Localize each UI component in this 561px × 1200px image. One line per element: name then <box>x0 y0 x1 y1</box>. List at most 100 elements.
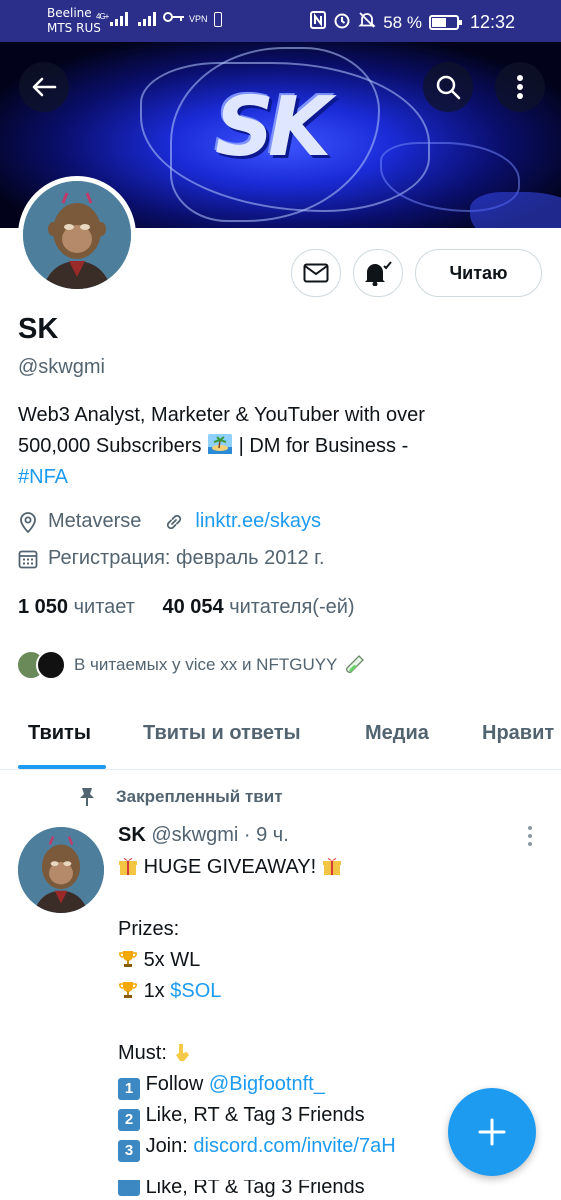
following-stat[interactable]: 1 050 читает <box>18 596 135 618</box>
bell-check-icon <box>365 261 392 286</box>
network-type: 4G+ <box>96 12 109 21</box>
known-follower-avatar <box>36 650 66 680</box>
test-tube-emoji-icon <box>346 655 365 673</box>
following-button[interactable]: Читаю <box>415 249 542 297</box>
trophy-emoji-icon <box>119 951 137 967</box>
discord-link[interactable]: discord.com/invite/7aH <box>193 1135 395 1157</box>
battery-fill <box>431 18 446 27</box>
pinned-label: Закрепленный твит <box>116 787 283 806</box>
banner-logo: SK <box>215 80 332 175</box>
bio-line-2: 500,000 Subscribers | DM for Business - <box>18 431 548 462</box>
profile-name: SK <box>18 313 59 345</box>
calendar-icon <box>18 550 38 568</box>
step-1-text: Follow <box>145 1073 204 1095</box>
prize-2: 1x $SOL <box>118 976 548 1007</box>
back-button[interactable] <box>19 62 69 112</box>
step-2-text: Like, RT & Tag 3 Friends <box>145 1104 365 1126</box>
tweet-header: SK @skwgmi · 9 ч. <box>118 824 289 847</box>
status-bar: Beeline MTS RUS 4G+ VPN 58 % 12:32 <box>0 0 561 42</box>
message-button[interactable] <box>291 249 341 297</box>
plus-icon <box>478 1118 506 1146</box>
followers-count: 40 054 <box>162 596 224 618</box>
keycap-2-icon: 2 <box>118 1109 140 1131</box>
tab-tweets[interactable]: Твиты <box>28 722 91 745</box>
arrow-left-icon <box>32 77 57 97</box>
website-link[interactable]: linktr.ee/skays <box>195 510 321 533</box>
joined-row: Регистрация: февраль 2012 г. <box>18 547 325 570</box>
prize-1: 5x WL <box>118 945 548 976</box>
tweet-more-button[interactable] <box>522 824 538 848</box>
more-vertical-icon <box>528 826 532 846</box>
tweet-author-name[interactable]: SK <box>118 824 146 846</box>
more-button[interactable] <box>495 62 545 112</box>
clock: 12:32 <box>469 12 515 32</box>
tab-media[interactable]: Медиа <box>365 722 429 745</box>
link-icon <box>167 514 182 529</box>
follow-stats: 1 050 читает 40 054 читателя(-ей) <box>18 596 355 619</box>
keycap-icon <box>118 1180 140 1196</box>
profile-avatar[interactable] <box>18 176 136 294</box>
tweet-author-avatar[interactable] <box>18 827 104 913</box>
bio-line-1: Web3 Analyst, Marketer & YouTuber with o… <box>18 404 425 426</box>
ape-avatar-image <box>18 827 104 913</box>
status-right: 58 % 12:32 <box>310 11 515 34</box>
mail-icon <box>303 263 329 283</box>
following-count: 1 050 <box>18 596 69 618</box>
mute-icon <box>358 11 376 34</box>
search-button[interactable] <box>423 62 473 112</box>
key-icon <box>163 10 185 26</box>
active-tab-indicator <box>18 765 106 769</box>
prizes-heading: Prizes: <box>118 918 180 940</box>
prize-1-text: 5x WL <box>143 949 201 971</box>
banner-shape <box>470 192 561 228</box>
cashtag-link[interactable]: $SOL <box>170 980 221 1002</box>
signal-2-icon <box>138 12 158 29</box>
location-row: Metaverse linktr.ee/skays <box>18 510 321 533</box>
notifications-button[interactable] <box>353 249 403 297</box>
followers-stat[interactable]: 40 054 читателя(-ей) <box>162 596 354 618</box>
gift-emoji-icon <box>119 858 137 875</box>
tweet-meta: @skwgmi · 9 ч. <box>151 824 289 846</box>
keycap-1-icon: 1 <box>118 1078 140 1100</box>
ape-avatar-image <box>23 181 131 289</box>
joined-text: Регистрация: февраль 2012 г. <box>48 547 325 569</box>
profile-bio: Web3 Analyst, Marketer & YouTuber with o… <box>18 400 548 493</box>
must-heading: Must: <box>118 1038 548 1069</box>
tweet-line-1: HUGE GIVEAWAY! <box>118 852 548 883</box>
nfc-icon <box>310 11 327 34</box>
carrier-1: Beeline <box>47 6 92 20</box>
carrier-2: MTS RUS <box>47 21 101 35</box>
trophy-emoji-icon <box>119 982 137 998</box>
location-text: Metaverse <box>48 510 142 532</box>
alarm-icon <box>333 11 351 34</box>
bio-line-2a: 500,000 Subscribers <box>18 435 202 457</box>
tab-tweets-and-replies[interactable]: Твиты и ответы <box>143 722 301 745</box>
carrier-info: Beeline MTS RUS <box>47 6 101 36</box>
profile-tabs: Твиты Твиты и ответы Медиа Нравит <box>0 712 561 770</box>
search-icon <box>436 75 461 100</box>
compose-tweet-button[interactable] <box>448 1088 536 1176</box>
tab-likes[interactable]: Нравит <box>482 722 554 745</box>
pointing-down-emoji-icon <box>176 1044 190 1061</box>
tweet-cut-line: Like, RT & Tag 3 Friends <box>118 1180 548 1200</box>
step-3-text: Join: <box>145 1135 188 1157</box>
gift-emoji-icon <box>322 858 341 875</box>
giveaway-headline: HUGE GIVEAWAY! <box>143 856 317 878</box>
mention-link[interactable]: @Bigfootnft_ <box>209 1073 325 1095</box>
battery-percent: 58 % <box>383 12 422 32</box>
cut-text: Like, RT & Tag 3 Friends <box>145 1180 365 1198</box>
known-followers-text: В читаемых у vice xx и NFTGUYY <box>74 655 338 674</box>
known-followers-row[interactable]: В читаемых у vice xx и NFTGUYY <box>16 650 365 680</box>
island-emoji-icon <box>208 434 233 454</box>
bio-line-2b: | DM for Business - <box>238 435 409 457</box>
profile-handle: @skwgmi <box>18 356 105 378</box>
battery-icon <box>428 15 462 30</box>
bio-hashtag-link[interactable]: #NFA <box>18 462 548 493</box>
signal-icon: 4G+ <box>96 12 130 29</box>
must-text: Must: <box>118 1042 167 1064</box>
vpn-indicator: VPN <box>189 14 208 24</box>
keycap-3-icon: 3 <box>118 1140 140 1162</box>
more-vertical-icon <box>517 75 523 99</box>
